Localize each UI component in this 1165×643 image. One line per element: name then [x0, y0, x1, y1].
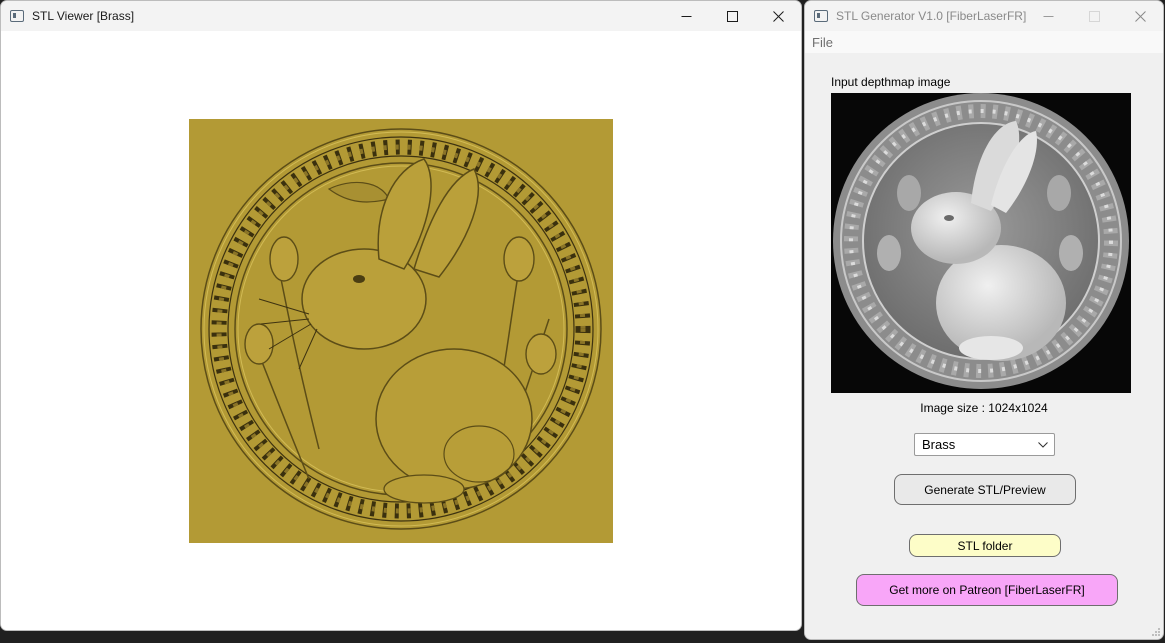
maximize-icon: [726, 10, 738, 22]
stl-viewer-window: STL Viewer [Brass]: [0, 0, 802, 631]
stl-folder-button[interactable]: STL folder: [909, 534, 1061, 557]
generator-title-bar[interactable]: STL Generator V1.0 [FiberLaserFR]: [805, 1, 1163, 31]
generate-stl-preview-button[interactable]: Generate STL/Preview: [894, 474, 1076, 505]
stl-generator-window: STL Generator V1.0 [FiberLaserFR] File I…: [804, 0, 1164, 640]
chevron-down-icon: [1038, 441, 1048, 448]
app-window-icon: [10, 10, 24, 22]
stl-render-preview[interactable]: [189, 119, 613, 543]
material-select-value: Brass: [922, 437, 956, 452]
minimize-button[interactable]: [1025, 1, 1071, 31]
brass-relief-image: [189, 119, 613, 543]
app-window-icon: [814, 10, 828, 22]
close-button[interactable]: [755, 1, 801, 31]
maximize-button: [1071, 1, 1117, 31]
minimize-icon: [681, 15, 691, 17]
depthmap-image[interactable]: [831, 93, 1131, 393]
minimize-icon: [1043, 15, 1053, 17]
close-button[interactable]: [1117, 1, 1163, 31]
close-icon: [772, 10, 784, 22]
input-depthmap-label: Input depthmap image: [831, 75, 951, 89]
material-select[interactable]: Brass: [914, 433, 1055, 456]
resize-grip-icon[interactable]: [1151, 627, 1161, 637]
generator-window-title: STL Generator V1.0 [FiberLaserFR]: [836, 9, 1027, 23]
close-icon: [1134, 10, 1146, 22]
stl-3d-viewport[interactable]: [1, 31, 801, 630]
viewer-window-title: STL Viewer [Brass]: [32, 9, 135, 23]
image-size-label: Image size : 1024x1024: [920, 401, 1048, 415]
patreon-button[interactable]: Get more on Patreon [FiberLaserFR]: [856, 574, 1118, 606]
maximize-button[interactable]: [709, 1, 755, 31]
maximize-icon: [1088, 10, 1100, 22]
menu-file[interactable]: File: [805, 35, 840, 50]
menu-bar: File: [805, 31, 1163, 53]
minimize-button[interactable]: [663, 1, 709, 31]
viewer-title-bar[interactable]: STL Viewer [Brass]: [1, 1, 801, 31]
depthmap-preview-image: [831, 93, 1131, 393]
generator-panel: Input depthmap image Image size: 1024x1…: [805, 53, 1163, 639]
